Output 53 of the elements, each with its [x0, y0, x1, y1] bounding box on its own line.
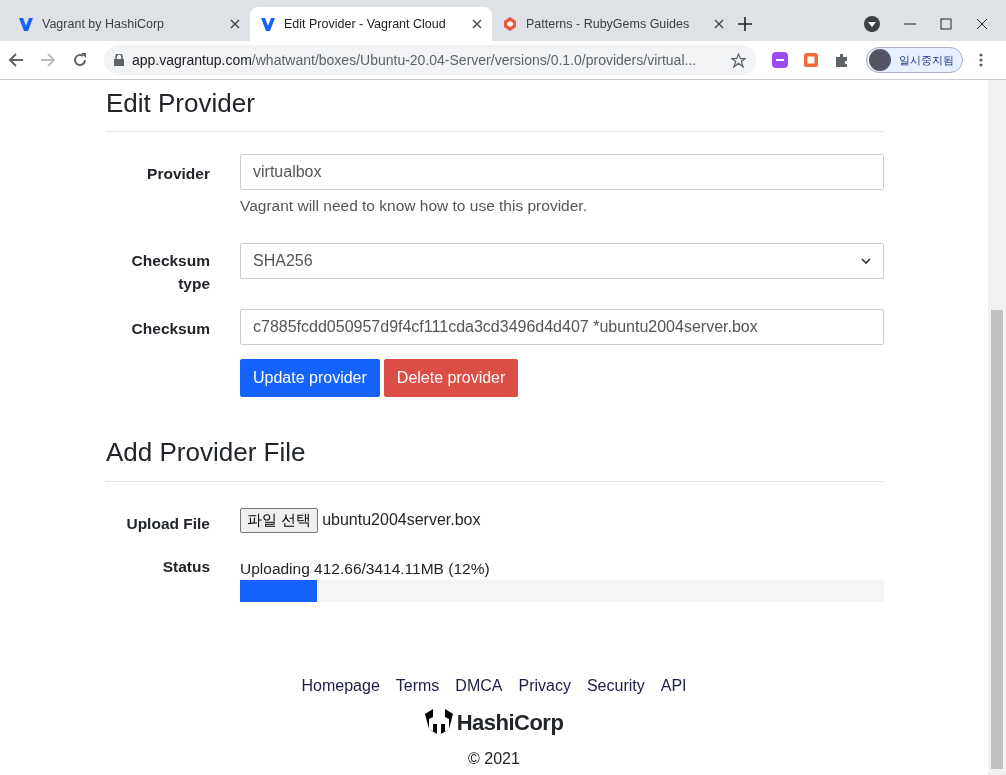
status-text: Uploading 412.66/3414.11MB (12%): [240, 558, 491, 579]
close-icon[interactable]: [714, 19, 724, 29]
puzzle-icon[interactable]: [834, 52, 850, 68]
tab-search-icon: [864, 16, 880, 32]
footer-link[interactable]: API: [660, 674, 687, 698]
provider-field[interactable]: virtualbox: [240, 154, 884, 191]
back-icon[interactable]: [8, 52, 24, 68]
v-logo-icon: [260, 16, 276, 32]
delete-button[interactable]: Delete provider: [383, 359, 519, 398]
menu-icon[interactable]: [979, 53, 983, 67]
update-button[interactable]: Update provider: [240, 359, 380, 398]
close-icon[interactable]: [472, 19, 482, 29]
field-label: Checksum: [130, 319, 211, 340]
footer-link[interactable]: Security: [586, 674, 645, 698]
checksum-field[interactable]: c7885fcdd050957d9f4cf111cda3cd3496d4d407 *ubuntu2004server.box: [240, 309, 884, 346]
close-icon[interactable]: [230, 19, 240, 29]
close-icon: [976, 18, 988, 30]
copyright-text: © 2021: [468, 749, 520, 769]
field-label: Checksum type: [130, 251, 211, 295]
footer-link[interactable]: DMCA: [455, 674, 503, 698]
plus-icon[interactable]: [738, 17, 752, 31]
star-icon[interactable]: [731, 52, 746, 68]
reload-icon[interactable]: [72, 52, 88, 68]
avatar-icon: [869, 49, 891, 71]
browser-tab[interactable]: Patterns - RubyGems Guides: [492, 7, 734, 41]
section-heading: Add Provider File: [106, 437, 884, 482]
address-bar[interactable]: app.vagrantup.com/whatwant/boxes/Ubuntu-20.04-Server/versions/0.1.0/providers/virtual...: [104, 45, 756, 75]
browser-tab[interactable]: Vagrant by HashiCorp: [8, 7, 250, 41]
file-chooser-button[interactable]: 파일 선택: [240, 507, 319, 533]
footer-link[interactable]: Privacy: [518, 674, 571, 698]
footer-link[interactable]: Homepage: [301, 674, 380, 698]
scrollbar[interactable]: [988, 80, 1006, 775]
checksum-type-select[interactable]: SHA256: [240, 243, 884, 280]
field-label: Upload File: [125, 513, 211, 534]
chevron-icon: [861, 257, 871, 265]
hashicorp-logo: HashiCorp: [424, 706, 564, 739]
browser-tab[interactable]: Edit Provider - Vagrant Cloud: [250, 7, 492, 41]
profile-button[interactable]: 일시중지됨: [866, 47, 963, 73]
footer-link[interactable]: Terms: [395, 674, 440, 698]
section-heading: Edit Provider: [106, 88, 884, 133]
field-label: Status: [161, 556, 211, 577]
maximize-icon: [940, 18, 952, 30]
hexagon-icon: [502, 16, 518, 32]
extension-icon[interactable]: [804, 53, 818, 67]
extension-icon[interactable]: [772, 52, 788, 68]
file-name: ubuntu2004server.box: [322, 510, 481, 531]
url-host: app.vagrantup.com: [132, 50, 252, 70]
v-logo-icon: [18, 16, 34, 32]
help-text: Vagrant will need to know how to use this provider.: [240, 196, 588, 217]
url-path: /whatwant/boxes/Ubuntu-20.04-Server/versions/0.1.0/providers/virtual...: [251, 50, 697, 70]
field-label: Provider: [146, 164, 211, 185]
lock-icon: [114, 54, 124, 66]
scrollbar-thumb[interactable]: [991, 310, 1003, 769]
